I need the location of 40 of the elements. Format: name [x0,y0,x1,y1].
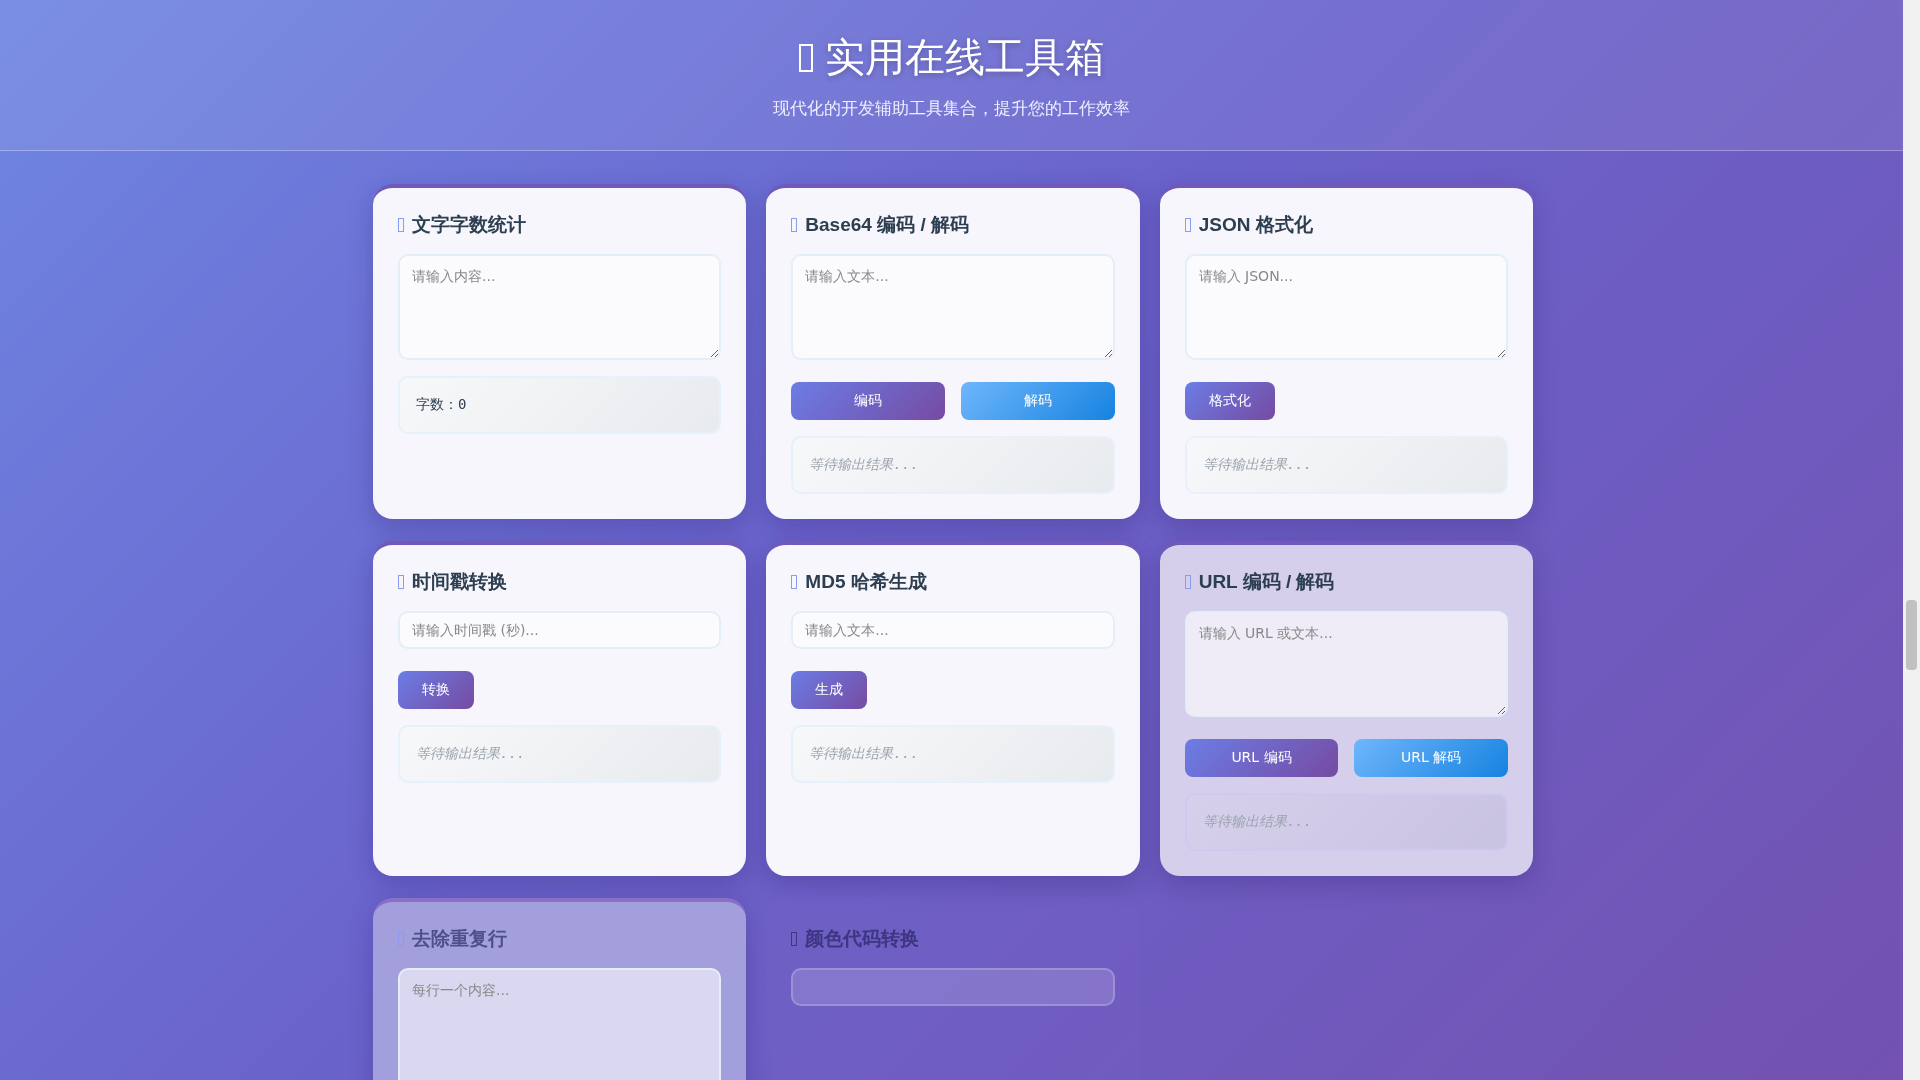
tool-icon [1184,575,1191,589]
tool-icon [398,575,404,589]
output-text: 等待输出结果... [416,745,526,761]
output-text: 等待输出结果... [809,745,919,761]
tool-icon [398,932,404,946]
text-area[interactable]: 请输入内容... [398,254,722,360]
card-title: 时间戳转换 [412,570,507,594]
action-button[interactable]: 编码 [791,382,945,420]
char-count: 字数：0 [416,396,467,412]
action-button[interactable]: 生成 [791,671,868,709]
output-text: 等待输出结果... [1202,456,1312,472]
tool-icon [791,575,798,589]
action-button[interactable]: URL 编码 [1184,739,1339,777]
input-field[interactable]: 请输入文本... [791,611,1115,649]
output-text: 等待输出结果... [809,456,919,472]
card-title: 去除重复行 [412,927,507,951]
text-area[interactable]: 每行一个内容... [398,968,722,1080]
title-icon [798,43,813,72]
page-title: 实用在线工具箱 [824,33,1105,82]
action-button[interactable]: 解码 [961,382,1115,420]
action-button[interactable]: 转换 [398,671,474,709]
tool-icon [398,218,404,232]
tool-icon [1184,218,1191,232]
card-title: 文字字数统计 [412,213,526,237]
card-title: URL 编码 / 解码 [1198,570,1335,594]
tool-icon [791,932,798,946]
scrollbar[interactable] [1903,0,1920,1080]
card-title: 颜色代码转换 [805,927,920,951]
text-area[interactable]: 请输入文本... [791,254,1115,360]
card-title: JSON 格式化 [1198,213,1313,237]
card-title: Base64 编码 / 解码 [805,213,969,237]
text-area[interactable]: 请输入 JSON... [1184,254,1508,360]
input-field[interactable]: 请输入时间戳 (秒)... [398,611,722,649]
action-button[interactable]: URL 解码 [1354,739,1508,777]
page-subtitle: 现代化的开发辅助工具集合，提升您的工作效率 [773,97,1130,120]
card-title: MD5 哈希生成 [805,570,927,594]
action-button[interactable]: 格式化 [1184,382,1275,420]
output-text: 等待输出结果... [1202,813,1312,829]
text-area[interactable]: 请输入 URL 或文本... [1184,611,1508,717]
tool-icon [791,218,798,232]
